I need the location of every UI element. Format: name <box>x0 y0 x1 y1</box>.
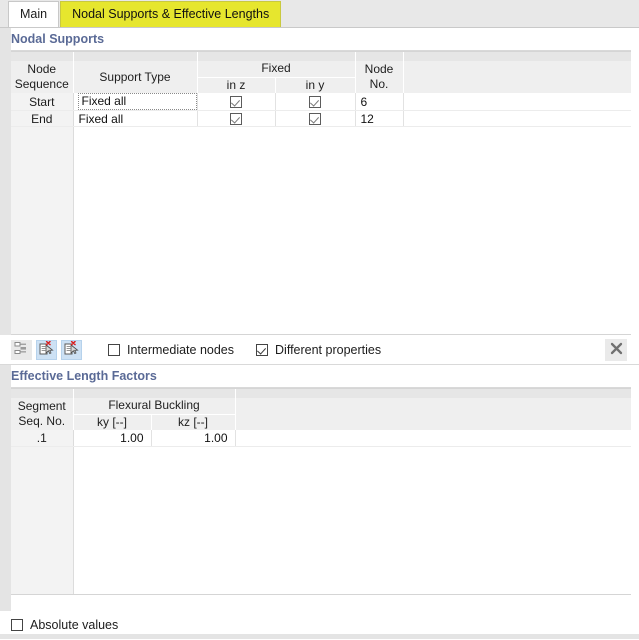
nodal-supports-dialog: Main Nodal Supports & Effective Lengths … <box>0 0 639 640</box>
header-segment-seq-no[interactable]: Segment Seq. No. <box>11 398 74 430</box>
new-nodal-support-delete-button[interactable] <box>36 339 57 360</box>
header-kz[interactable]: kz [--] <box>151 414 236 430</box>
spacer-cell <box>355 52 404 61</box>
cell-node-no[interactable]: 6 <box>355 93 404 111</box>
tab-nodal-supports-effective-lengths-label: Nodal Supports & Effective Lengths <box>72 7 270 21</box>
edit-document-delete-icon <box>64 340 79 359</box>
cell-fixed-in-z[interactable] <box>197 93 276 111</box>
different-properties-checkbox[interactable] <box>256 343 269 356</box>
indent-list-icon <box>14 341 29 358</box>
cell-empty[interactable] <box>235 430 631 447</box>
header-ky[interactable]: ky [--] <box>73 414 152 430</box>
header-node-no[interactable]: Node No. <box>355 61 404 93</box>
cell-support-type[interactable]: Fixed all <box>73 110 198 127</box>
header-node-sequence-line2: Sequence <box>14 77 69 91</box>
table-header-spacer <box>11 52 631 61</box>
cell-support-type-value: Fixed all <box>77 93 197 110</box>
right-gutter <box>631 28 639 639</box>
cell-ky[interactable]: 1.00 <box>73 430 152 447</box>
header-flexural-buckling-group: Flexural Buckling <box>73 398 236 415</box>
empty-seq-column <box>11 127 74 334</box>
header-empty <box>403 61 631 93</box>
header-node-no-line2: No. <box>369 77 389 91</box>
table-row[interactable]: End Fixed all 12 <box>11 110 631 127</box>
header-node-no-line1: Node <box>364 62 394 76</box>
header-node-sequence-line1: Node <box>27 62 57 76</box>
header-node-sequence[interactable]: Node Sequence <box>11 61 74 93</box>
page-body: Nodal Supports Node Sequence Support Typ… <box>0 28 639 639</box>
cell-segment-seq-no: .1 <box>11 430 74 447</box>
different-properties-label: Different properties <box>275 342 382 357</box>
checkbox-fixed-in-y[interactable] <box>309 113 321 126</box>
tab-strip: Main Nodal Supports & Effective Lengths <box>0 0 639 28</box>
absolute-values-checkbox[interactable] <box>11 619 23 631</box>
bottom-strip <box>0 634 639 639</box>
cell-fixed-in-y[interactable] <box>275 110 356 127</box>
cell-empty[interactable] <box>403 110 631 127</box>
checkbox-fixed-in-z[interactable] <box>230 113 242 126</box>
tab-main-label: Main <box>20 7 48 21</box>
new-document-delete-icon <box>39 340 54 359</box>
effective-length-factors-section-title: Effective Length Factors <box>0 365 639 388</box>
cell-node-sequence: Start <box>11 93 74 111</box>
tab-main[interactable]: Main <box>8 1 60 27</box>
close-icon <box>610 342 623 358</box>
header-segment-line2: Seq. No. <box>18 414 66 428</box>
header-empty <box>235 398 631 430</box>
spacer-cell <box>403 52 631 61</box>
effective-length-empty-area[interactable] <box>11 446 631 594</box>
table-row[interactable]: Start Fixed all 6 <box>11 93 631 111</box>
checkbox-fixed-in-z[interactable] <box>230 96 242 109</box>
empty-data-column <box>74 127 631 334</box>
nodal-supports-table: Node Sequence Support Type Fixed Node No… <box>11 52 631 127</box>
table-header-spacer <box>11 389 631 398</box>
header-fixed-in-z[interactable]: in z <box>197 77 276 93</box>
nodal-supports-section-title: Nodal Supports <box>0 28 639 51</box>
left-gutter <box>0 28 11 639</box>
cell-node-no[interactable]: 12 <box>355 110 404 127</box>
cell-fixed-in-y[interactable] <box>275 93 356 111</box>
cell-kz[interactable]: 1.00 <box>151 430 236 447</box>
intermediate-nodes-checkbox-item[interactable]: Intermediate nodes <box>108 343 234 357</box>
header-support-type[interactable]: Support Type <box>73 61 198 93</box>
spacer-cell <box>11 52 74 61</box>
intermediate-nodes-label: Intermediate nodes <box>127 342 235 357</box>
header-fixed-in-y[interactable]: in y <box>275 77 356 93</box>
nodal-supports-toolbar: Intermediate nodes Different properties <box>0 335 639 365</box>
spacer-cell <box>197 52 356 61</box>
cell-fixed-in-z[interactable] <box>197 110 276 127</box>
header-fixed-group: Fixed <box>197 61 356 78</box>
empty-seq-column <box>11 446 74 594</box>
intermediate-nodes-checkbox[interactable] <box>108 343 120 356</box>
effective-length-factors-grid: Segment Seq. No. Flexural Buckling ky [-… <box>11 388 631 595</box>
absolute-values-checkbox-item[interactable]: Absolute values <box>11 618 118 632</box>
spacer-cell <box>73 389 236 398</box>
tab-nodal-supports-effective-lengths[interactable]: Nodal Supports & Effective Lengths <box>60 1 282 27</box>
checkbox-fixed-in-y[interactable] <box>309 96 321 109</box>
edit-nodal-support-delete-button[interactable] <box>61 339 82 360</box>
indent-list-button[interactable] <box>11 339 32 360</box>
close-button[interactable] <box>605 339 627 361</box>
effective-length-factors-table: Segment Seq. No. Flexural Buckling ky [-… <box>11 389 631 447</box>
spacer-cell <box>11 389 74 398</box>
table-header-row-1: Node Sequence Support Type Fixed Node No… <box>11 61 631 93</box>
empty-data-column <box>74 446 631 594</box>
spacer-cell <box>73 52 198 61</box>
different-properties-checkbox-item[interactable]: Different properties <box>256 343 381 357</box>
absolute-values-label: Absolute values <box>30 618 119 632</box>
table-row[interactable]: .1 1.00 1.00 <box>11 430 631 447</box>
nodal-supports-grid: Node Sequence Support Type Fixed Node No… <box>11 51 631 335</box>
cell-empty[interactable] <box>403 93 631 111</box>
cell-node-sequence: End <box>11 110 74 127</box>
spacer-cell <box>235 389 631 398</box>
table-header-row-1: Segment Seq. No. Flexural Buckling <box>11 398 631 430</box>
nodal-supports-empty-area[interactable] <box>11 127 631 334</box>
header-segment-line1: Segment <box>17 399 66 413</box>
cell-support-type[interactable]: Fixed all <box>73 93 198 111</box>
